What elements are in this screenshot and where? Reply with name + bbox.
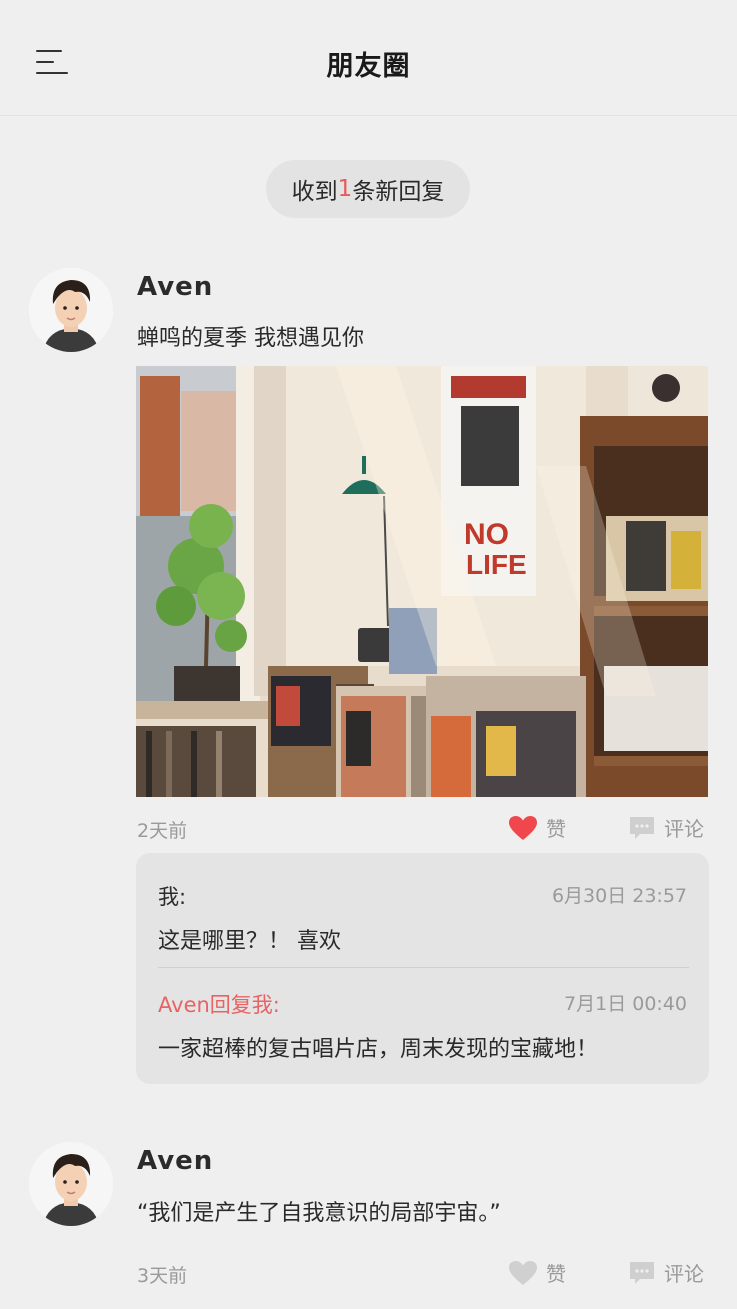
comment-icon bbox=[630, 816, 654, 839]
like-label: 赞 bbox=[546, 1262, 566, 1286]
comment-text[interactable]: 这是哪里？！ 喜欢 bbox=[158, 923, 341, 955]
comment-label: 评论 bbox=[664, 1262, 704, 1286]
comment-author[interactable]: 我: bbox=[158, 881, 186, 911]
svg-text:NO: NO bbox=[464, 518, 509, 551]
avatar[interactable] bbox=[29, 1142, 113, 1226]
svg-text:LIFE: LIFE bbox=[466, 549, 527, 580]
notice-suffix: 条新回复 bbox=[352, 179, 445, 205]
post-author[interactable]: Aven bbox=[137, 272, 213, 302]
comment-label: 评论 bbox=[664, 817, 704, 841]
reply-text[interactable]: 一家超棒的复古唱片店，周末发现的宝藏地！ bbox=[158, 1031, 598, 1063]
notice-prefix: 收到 bbox=[291, 179, 338, 205]
comment-box: 我: 6月30日 23:57 这是哪里？！ 喜欢 Aven回复我: 7月1日 0… bbox=[136, 853, 709, 1084]
moments-screen: 朋友圈 收到 1 条新回复 Aven 蝉鸣的夏季 我想遇见你 NO LIFE 2… bbox=[0, 0, 737, 1309]
heart-icon bbox=[509, 1260, 537, 1285]
reply-time: 7月1日 00:40 bbox=[564, 993, 687, 1015]
comment-icon bbox=[630, 1261, 654, 1284]
reply-author[interactable]: Aven回复我: bbox=[158, 989, 280, 1019]
comment-divider bbox=[158, 967, 689, 968]
page-title: 朋友圈 bbox=[326, 51, 411, 82]
post-time: 3天前 bbox=[137, 1265, 188, 1287]
avatar[interactable] bbox=[29, 268, 113, 352]
post-text: “我们是产生了自我意识的局部宇宙。” bbox=[137, 1201, 501, 1226]
post-image[interactable]: NO LIFE bbox=[136, 366, 708, 797]
heart-icon bbox=[509, 815, 537, 840]
comment-button[interactable]: 评论 bbox=[628, 1258, 704, 1287]
like-button[interactable]: 赞 bbox=[508, 1258, 566, 1287]
post-text: 蝉鸣的夏季 我想遇见你 bbox=[137, 326, 364, 351]
comment-time: 6月30日 23:57 bbox=[551, 885, 687, 907]
like-button[interactable]: 赞 bbox=[508, 813, 566, 842]
notice-count: 1 bbox=[337, 176, 353, 202]
new-reply-notice[interactable]: 收到 1 条新回复 bbox=[266, 160, 470, 218]
comment-button[interactable]: 评论 bbox=[628, 813, 704, 842]
post-author[interactable]: Aven bbox=[137, 1146, 213, 1176]
like-label: 赞 bbox=[546, 817, 566, 841]
top-bar: 朋友圈 bbox=[0, 0, 737, 116]
post-time: 2天前 bbox=[137, 820, 188, 842]
